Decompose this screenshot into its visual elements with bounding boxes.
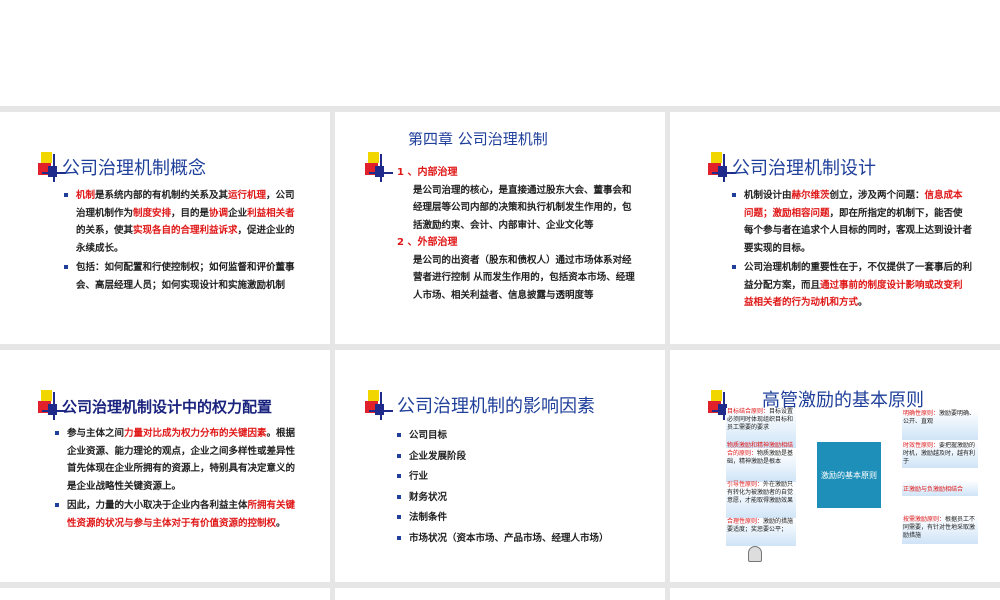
content-block: 1 、内部治理 是公司治理的核心，是直接通过股东大会、董事会和经理层等公司内部的… <box>397 164 637 304</box>
principle-text: 明确性原则：激励要明确、公开、直观 <box>903 410 976 425</box>
slide-title: 公司治理机制的影响因素 <box>397 396 595 417</box>
slide-thumbnail-1[interactable]: 公司治理机制概念 机制是系统内部的有机制约关系及其运行机理，公司治理机制作为制度… <box>0 112 330 344</box>
blank-slide-top <box>0 0 1000 106</box>
slide-title: 公司治理机制概念 <box>62 158 206 179</box>
bullet-list: 公司目标 企业发展阶段 行业 财务状况 法制条件 市场状况（资本市场、产品市场、… <box>397 427 647 550</box>
slide-title: 公司治理机制设计 <box>732 158 876 179</box>
bullet-item: 机制是系统内部的有机制约关系及其运行机理，公司治理机制作为制度安排，目的是协调企… <box>64 187 304 257</box>
principle-text: 按需激励原则：根据员工不同需要，有针对性地采取激励措施 <box>903 516 976 539</box>
bullet-list: 机制设计由赫尔维茨创立，涉及两个问题：信息成本问题；激励相容问题，即在所指定的机… <box>732 187 972 314</box>
slide-thumbnail-6[interactable]: 高管激励的基本原则 目标结合原则：目标设置必须同时体现组织目标和员工需要的要求 … <box>670 350 1000 582</box>
bullet-item: 包括：如何配置和行使控制权；如何监督和评价董事会、高层经理人员；如何实现设计和实… <box>64 259 304 294</box>
section-heading: 1 、内部治理 <box>397 167 458 178</box>
section-text: 是公司治理的核心，是直接通过股东大会、董事会和经理层等公司内部的决策和执行机制发… <box>413 184 632 231</box>
slide-thumbnail-4[interactable]: 公司治理机制设计中的权力配置 参与主体之间力量对比成为权力分布的关键因素。根据企… <box>0 350 330 582</box>
bullet-item: 行业 <box>397 468 647 486</box>
bullet-item: 公司治理机制的重要性在于，不仅提供了一套事后的利益分配方案，而且通过事前的制度设… <box>732 259 972 312</box>
slide-title: 公司治理机制设计中的权力配置 <box>62 398 273 416</box>
slide-title: 第四章 公司治理机制 <box>408 132 548 146</box>
principle-text: 引导性原则：外在激励只有转化为被激励者的自觉意愿，才能取得激励效果 <box>727 481 794 504</box>
slide-thumbnail-5[interactable]: 公司治理机制的影响因素 公司目标 企业发展阶段 行业 财务状况 法制条件 市场状… <box>335 350 665 582</box>
principle-text: 物质激励和精神激励相结合的原则：物质激励是基础，精神激励是根本 <box>727 442 794 465</box>
bullet-item: 因此，力量的大小取决于企业内各利益主体所拥有关键性资源的状况与参与主体对于有价值… <box>55 497 303 532</box>
bullet-item: 公司目标 <box>397 427 647 445</box>
bullet-item: 机制设计由赫尔维茨创立，涉及两个问题：信息成本问题；激励相容问题，即在所指定的机… <box>732 187 972 257</box>
center-box: 激励的基本原则 <box>817 442 881 508</box>
person-icon <box>748 546 762 562</box>
logo-icon <box>365 390 393 420</box>
slide-thumbnail-7[interactable] <box>0 588 330 600</box>
slide-thumbnail-9[interactable] <box>670 588 1000 600</box>
slide-thumbnail-2[interactable]: 第四章 公司治理机制 1 、内部治理 是公司治理的核心，是直接通过股东大会、董事… <box>335 112 665 344</box>
logo-icon <box>365 152 393 182</box>
principle-text: 时效性原则：要把握激励的时机，激励越及时，越有利于 <box>903 442 976 465</box>
bullet-list: 机制是系统内部的有机制约关系及其运行机理，公司治理机制作为制度安排，目的是协调企… <box>64 187 304 296</box>
slide-thumbnail-8[interactable] <box>335 588 665 600</box>
principle-text: 目标结合原则：目标设置必须同时体现组织目标和员工需要的要求 <box>727 408 794 431</box>
slide-thumbnail-3[interactable]: 公司治理机制设计 机制设计由赫尔维茨创立，涉及两个问题：信息成本问题；激励相容问… <box>670 112 1000 344</box>
section-text: 是公司的出资者（股东和债权人）通过市场体系对经营者进行控制 从而发生作用的，包括… <box>413 254 635 301</box>
bullet-item: 法制条件 <box>397 509 647 527</box>
principle-text: 正激励与负激励相结合 <box>903 486 964 493</box>
principle-text: 合理性原则：激励的措施要适度；奖惩要公平； <box>727 518 794 533</box>
section-heading: 2 、外部治理 <box>397 237 458 248</box>
bullet-item: 市场状况（资本市场、产品市场、经理人市场） <box>397 530 647 548</box>
bullet-list: 参与主体之间力量对比成为权力分布的关键因素。根据企业资源、能力理论的观点，企业之… <box>55 425 303 534</box>
bullet-item: 财务状况 <box>397 489 647 507</box>
bullet-item: 企业发展阶段 <box>397 448 647 466</box>
bullet-item: 参与主体之间力量对比成为权力分布的关键因素。根据企业资源、能力理论的观点，企业之… <box>55 425 303 495</box>
